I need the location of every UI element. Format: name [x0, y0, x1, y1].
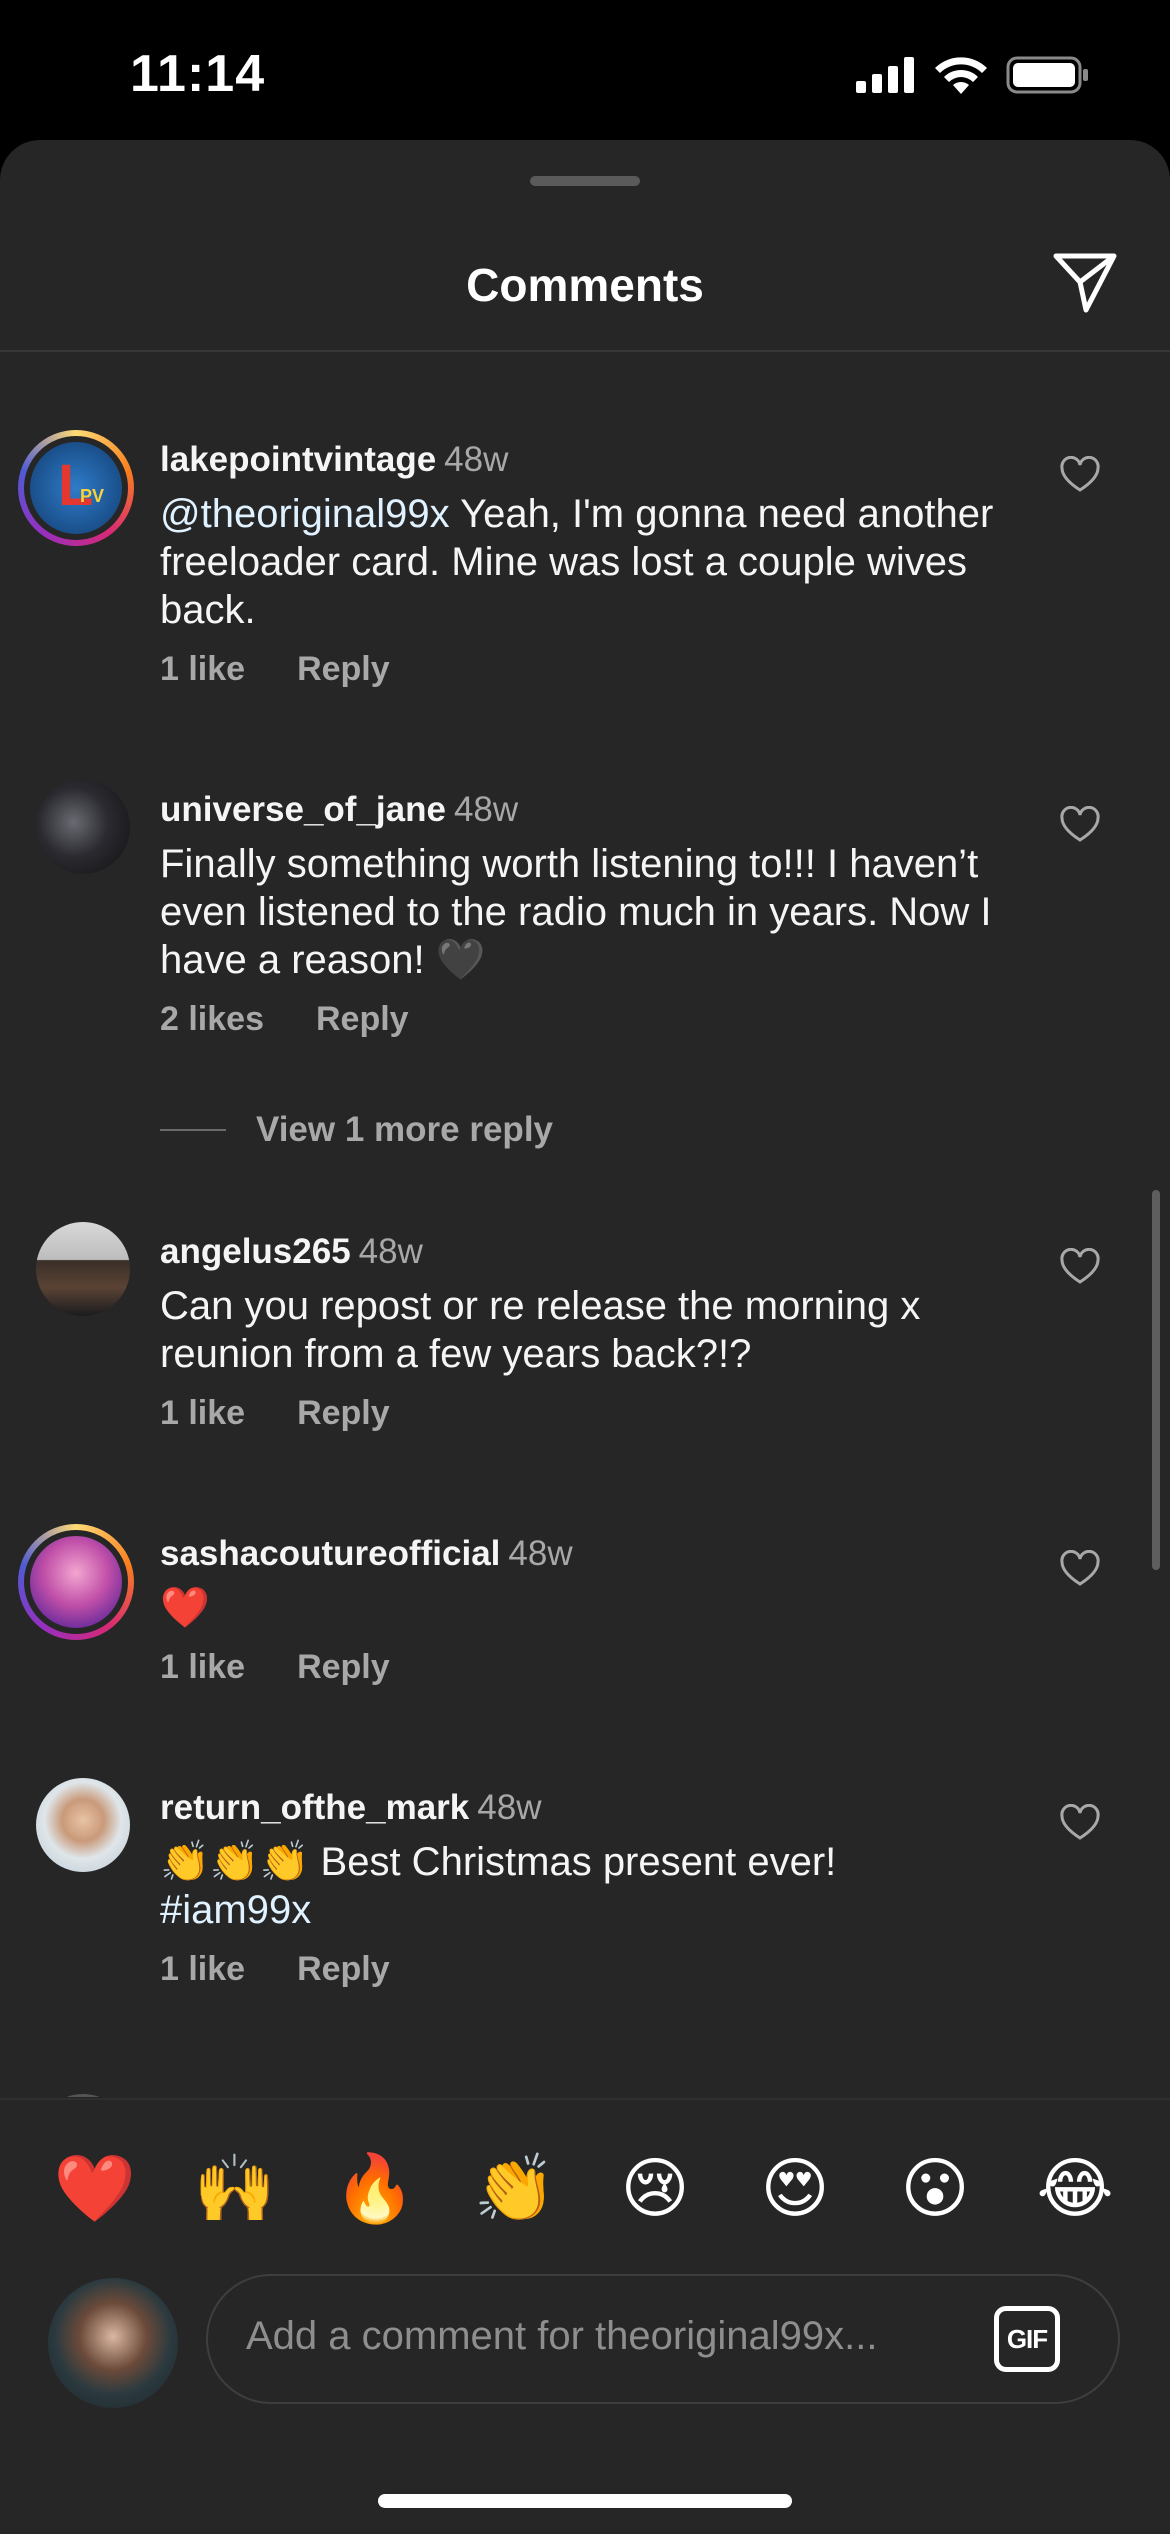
- view-more-label[interactable]: View 1 more reply: [256, 1110, 553, 1150]
- home-indicator[interactable]: [378, 2494, 792, 2508]
- avatar[interactable]: [36, 780, 130, 874]
- heart-icon[interactable]: [1060, 1550, 1100, 1590]
- composer-bar: ❤️ 🙌 🔥 👏 😢 😍 😮 😂 Add a comment for theor…: [0, 2098, 1170, 2534]
- reply-button[interactable]: Reply: [297, 650, 390, 689]
- emoji-raised-hands[interactable]: 🙌: [190, 2150, 280, 2228]
- like-count[interactable]: 1 like: [160, 1950, 245, 1989]
- page-title: Comments: [466, 259, 704, 311]
- comment-age: 48w: [453, 790, 519, 829]
- gif-button[interactable]: GIF: [994, 2306, 1060, 2372]
- comment-text: @theoriginal99x Yeah, I'm gonna need ano…: [160, 492, 994, 632]
- emoji-cry[interactable]: 😢: [610, 2150, 700, 2228]
- comment-username[interactable]: return_ofthe_mark: [160, 1788, 469, 1827]
- emoji-fire[interactable]: 🔥: [330, 2150, 420, 2228]
- comment-username[interactable]: lakepointvintage: [160, 440, 436, 479]
- reply-button[interactable]: Reply: [297, 1394, 390, 1433]
- status-bar: 11:14: [0, 0, 1170, 140]
- heart-icon[interactable]: [1060, 1248, 1100, 1288]
- reply-button[interactable]: Reply: [297, 1950, 390, 1989]
- comment-username[interactable]: sashacoutureofficial: [160, 1534, 500, 1573]
- avatar[interactable]: [36, 1222, 130, 1316]
- comment-username[interactable]: angelus265: [160, 1232, 351, 1271]
- comment-hashtag[interactable]: #iam99x: [160, 1888, 311, 1932]
- emoji-laughing[interactable]: 😂: [1030, 2150, 1120, 2228]
- heart-icon[interactable]: [1060, 456, 1100, 496]
- like-count[interactable]: 1 like: [160, 1648, 245, 1687]
- comment-input[interactable]: Add a comment for theoriginal99x... GIF: [206, 2274, 1120, 2404]
- heart-icon[interactable]: [1060, 1804, 1100, 1844]
- comment-age: 48w: [508, 1534, 573, 1573]
- status-time: 11:14: [130, 45, 266, 103]
- avatar[interactable]: [36, 1778, 130, 1872]
- battery-icon: [1006, 56, 1088, 94]
- avatar[interactable]: [36, 2094, 130, 2097]
- emoji-heart[interactable]: ❤️: [50, 2150, 140, 2228]
- like-count[interactable]: 2 likes: [160, 1000, 264, 1039]
- wifi-icon: [935, 57, 987, 94]
- comment-age: 48w: [358, 1232, 423, 1271]
- share-icon[interactable]: [1050, 246, 1120, 316]
- like-count[interactable]: 1 like: [160, 650, 245, 689]
- avatar[interactable]: [18, 1524, 134, 1640]
- heart-icon[interactable]: [1060, 806, 1100, 846]
- comment-age: 48w: [444, 440, 509, 479]
- reply-button[interactable]: Reply: [297, 1648, 390, 1687]
- avatar[interactable]: L PV: [18, 430, 134, 546]
- sheet-grabber[interactable]: [530, 176, 640, 186]
- emoji-reaction-bar: ❤️ 🙌 🔥 👏 😢 😍 😮 😂: [50, 2150, 1120, 2228]
- reply-button[interactable]: Reply: [316, 1000, 409, 1039]
- emoji-surprised[interactable]: 😮: [890, 2150, 980, 2228]
- comment-mention[interactable]: @theoriginal99x: [160, 492, 450, 536]
- comment-text: 👏👏👏 Best Christmas present ever! #iam99x: [160, 1840, 837, 1932]
- comment-list[interactable]: L PV lakepointvintage 48w @theoriginal99x…: [0, 352, 1170, 2097]
- emoji-clap[interactable]: 👏: [470, 2150, 560, 2228]
- signal-icon: [856, 57, 914, 93]
- status-icons: [856, 56, 1090, 94]
- like-count[interactable]: 1 like: [160, 1394, 245, 1433]
- comment-text: Finally something worth listening to!!! …: [160, 842, 992, 982]
- comment-input-placeholder: Add a comment for theoriginal99x...: [246, 2314, 878, 2358]
- comment-age: 48w: [477, 1788, 542, 1827]
- view-more-line: [160, 1129, 226, 1131]
- comment-text: ❤️: [160, 1586, 210, 1630]
- emoji-heart-eyes[interactable]: 😍: [750, 2150, 840, 2228]
- view-more-replies[interactable]: View 1 more reply: [160, 1110, 553, 1150]
- current-user-avatar: [48, 2278, 178, 2408]
- scrollbar[interactable]: [1152, 1190, 1160, 1570]
- comment-text: Can you repost or re release the morning…: [160, 1284, 921, 1376]
- comment-username[interactable]: universe_of_jane: [160, 790, 446, 829]
